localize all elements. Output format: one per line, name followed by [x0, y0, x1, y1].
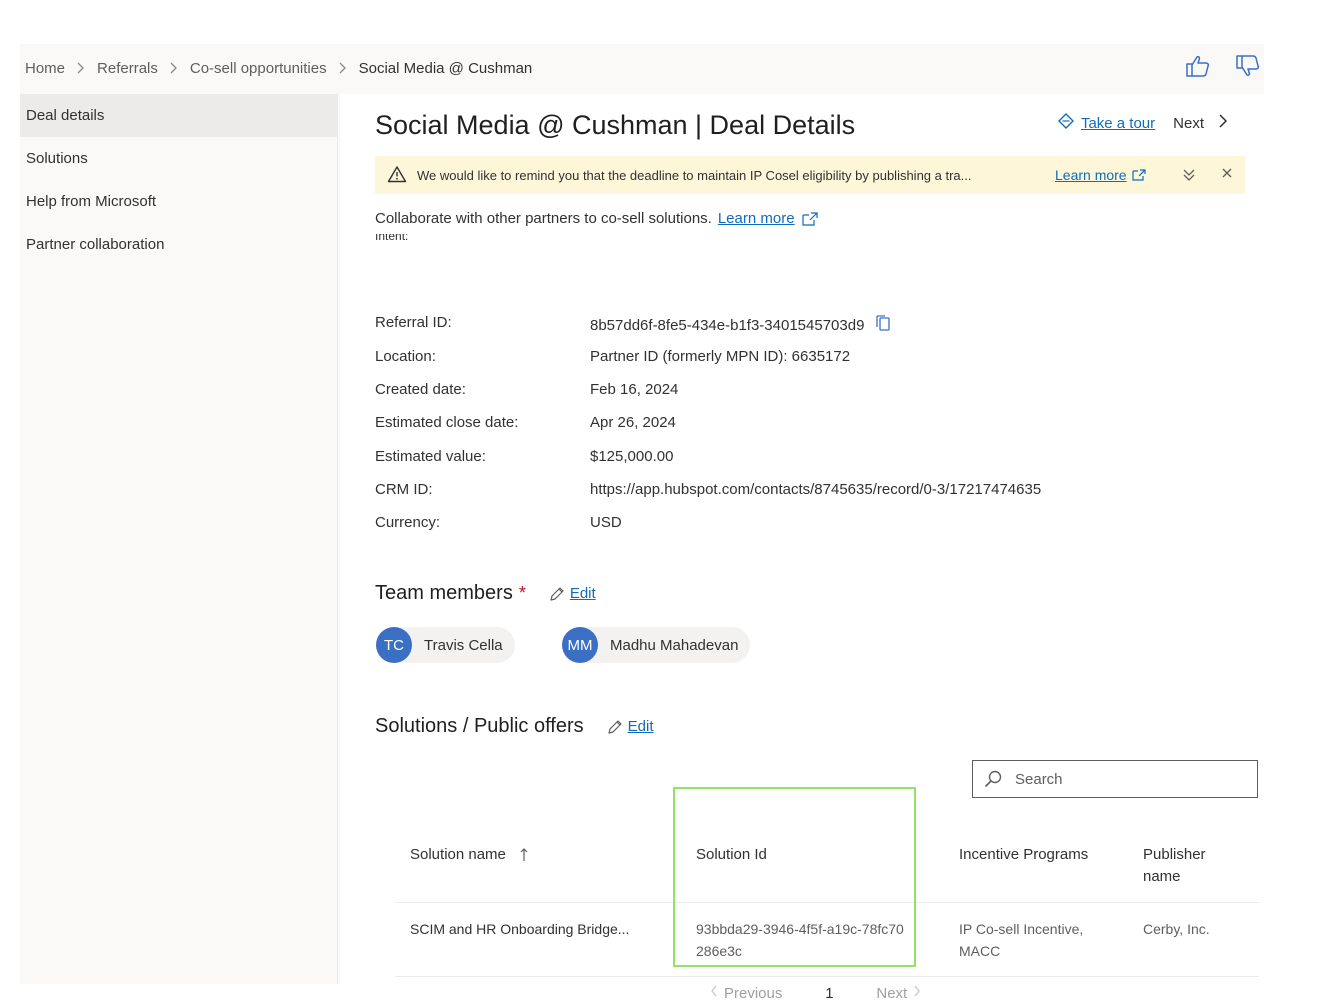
sort-ascending-icon [520, 848, 528, 861]
detail-label: Currency: [375, 514, 441, 531]
team-edit-button[interactable]: Edit [548, 585, 596, 603]
next-button[interactable]: Next [1173, 115, 1204, 132]
banner-learn-more[interactable]: Learn more [1055, 167, 1147, 183]
detail-value: https://app.hubspot.com/contacts/8745635… [590, 481, 1042, 498]
feedback-icons [1182, 50, 1264, 82]
app-frame: Home Referrals Co-sell opportunities Soc… [20, 44, 1264, 1000]
team-edit-link[interactable]: Edit [570, 585, 596, 602]
take-a-tour-link[interactable]: Take a tour [1081, 115, 1155, 132]
sidebar-item-help-from-microsoft[interactable]: Help from Microsoft [20, 180, 337, 223]
divider [395, 976, 1259, 977]
chevron-right-icon[interactable] [1218, 113, 1228, 133]
referral-id-value: 8b57dd6f-8fe5-434e-b1f3-3401545703d9 [590, 316, 865, 334]
team-member-chip[interactable]: TC Travis Cella [376, 627, 515, 663]
detail-label: Estimated close date: [375, 414, 519, 431]
detail-label: Location: [375, 348, 436, 365]
open-external-icon [1131, 169, 1146, 181]
collaborate-message: Collaborate with other partners to co-se… [375, 210, 712, 227]
detail-value: USD [590, 514, 622, 531]
column-header-label: Solution name [410, 846, 506, 863]
column-header-incentive-programs[interactable]: Incentive Programs [959, 844, 1088, 866]
search-input[interactable]: Search [972, 760, 1258, 798]
close-icon[interactable] [1220, 166, 1234, 183]
team-member-name: Travis Cella [424, 636, 503, 654]
solutions-edit-link[interactable]: Edit [628, 718, 654, 735]
title-actions: Take a tour Next [1057, 112, 1228, 134]
reminder-banner: We would like to remind you that the dea… [375, 156, 1245, 194]
detail-value: $125,000.00 [590, 448, 674, 465]
previous-page-button[interactable]: Previous [724, 985, 782, 1000]
detail-label: Estimated value: [375, 448, 486, 465]
required-mark: * [518, 583, 526, 603]
open-external-icon [801, 211, 818, 226]
thumbs-down-icon[interactable] [1232, 50, 1264, 82]
breadcrumb-co-sell-opportunities[interactable]: Co-sell opportunities [190, 60, 327, 77]
chevron-right-icon [913, 984, 921, 1000]
expand-chevrons-icon[interactable] [1180, 166, 1198, 187]
sidebar-item-partner-collaboration[interactable]: Partner collaboration [20, 223, 337, 266]
team-member-name: Madhu Mahadevan [610, 636, 739, 654]
sidebar-item-solutions[interactable]: Solutions [20, 137, 337, 180]
search-placeholder: Search [1015, 770, 1063, 788]
sidebar-item-deal-details[interactable]: Deal details [20, 94, 337, 137]
highlight-box [673, 787, 916, 967]
warning-icon [387, 165, 407, 186]
column-header-solution-name[interactable]: Solution name [410, 844, 528, 866]
breadcrumb-home[interactable]: Home [25, 60, 65, 77]
column-header-publisher-name[interactable]: Publisher name [1143, 844, 1233, 888]
breadcrumb-current: Social Media @ Cushman [358, 59, 533, 77]
chevron-right-icon [170, 62, 178, 74]
cell-solution-name[interactable]: SCIM and HR Onboarding Bridge... [410, 918, 680, 940]
banner-message: We would like to remind you that the dea… [417, 167, 972, 183]
pagination: Previous 1 Next [710, 984, 921, 1000]
detail-value: Feb 16, 2024 [590, 381, 679, 398]
avatar: MM [562, 627, 598, 663]
breadcrumb: Home Referrals Co-sell opportunities Soc… [20, 44, 1264, 92]
collaborate-text: Collaborate with other partners to co-se… [375, 210, 819, 227]
pencil-icon [550, 586, 564, 601]
copy-icon[interactable] [874, 314, 892, 336]
team-member-chip[interactable]: MM Madhu Mahadevan [562, 627, 751, 663]
detail-label: Created date: [375, 381, 466, 398]
sidebar: Deal details Solutions Help from Microso… [20, 94, 338, 984]
collaborate-learn-more-link[interactable]: Learn more [718, 210, 795, 227]
thumbs-up-icon[interactable] [1182, 50, 1214, 82]
intent-label-partial: Intent: [375, 234, 409, 242]
main-content: Social Media @ Cushman | Deal Details Ta… [340, 94, 1264, 1000]
next-page-button[interactable]: Next [876, 985, 907, 1000]
solutions-title: Solutions / Public offers [375, 715, 584, 737]
pencil-icon [608, 719, 622, 734]
team-members-heading: Team members * Edit [375, 582, 596, 605]
team-members-title: Team members [375, 582, 513, 604]
banner-learn-more-link[interactable]: Learn more [1055, 167, 1127, 183]
detail-label: Referral ID: [375, 314, 452, 331]
cell-incentive-programs: IP Co-sell Incentive, MACC [959, 921, 1084, 959]
solutions-heading: Solutions / Public offers Edit [375, 715, 654, 738]
search-icon [984, 770, 1002, 788]
breadcrumb-referrals[interactable]: Referrals [97, 60, 158, 77]
diamond-icon [1057, 112, 1075, 134]
chevron-right-icon [339, 62, 347, 74]
detail-value: Partner ID (formerly MPN ID): 6635172 [590, 348, 851, 365]
chevron-right-icon [77, 62, 85, 74]
cell-publisher-name: Cerby, Inc. [1143, 921, 1210, 937]
detail-label: CRM ID: [375, 481, 433, 498]
page-title: Social Media @ Cushman | Deal Details [375, 110, 856, 140]
chevron-left-icon [710, 984, 718, 1000]
detail-value: 8b57dd6f-8fe5-434e-b1f3-3401545703d9 [590, 314, 892, 336]
page-number[interactable]: 1 [810, 985, 848, 1000]
detail-value: Apr 26, 2024 [590, 414, 676, 431]
avatar: TC [376, 627, 412, 663]
solutions-edit-button[interactable]: Edit [606, 718, 654, 736]
